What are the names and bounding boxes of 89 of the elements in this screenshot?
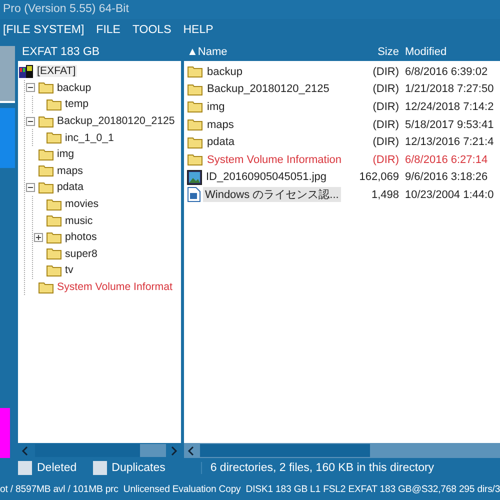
legend-label: Deleted (37, 462, 77, 474)
folder-icon (46, 230, 62, 244)
folder-icon (38, 114, 54, 128)
tree-item[interactable]: Backup_20180120_2125 (56, 115, 176, 128)
horizontal-scrollbar[interactable] (18, 443, 181, 458)
folder-icon (187, 82, 203, 96)
folder-icon (46, 98, 62, 111)
file-modified: 12/24/2018 7:14:2 (404, 100, 495, 115)
file-modified: 9/6/2016 3:18:26 (404, 170, 489, 186)
tree-item[interactable]: movies (64, 198, 100, 210)
folder-icon (187, 118, 203, 132)
expand-icon[interactable] (34, 232, 43, 242)
folder-icon (38, 148, 54, 161)
image-file-icon (187, 170, 202, 185)
document-icon (187, 187, 201, 202)
horizontal-scrollbar[interactable] (184, 443, 500, 458)
collapse-icon[interactable] (26, 116, 35, 126)
folder-icon (46, 264, 62, 277)
tree-item[interactable]: music (64, 214, 94, 227)
file-name[interactable]: System Volume Information (205, 154, 344, 166)
tree-item[interactable]: temp (64, 98, 90, 110)
folder-icon (38, 81, 54, 94)
tree-item[interactable]: img (56, 148, 76, 160)
tree-item[interactable]: [EXFAT] (36, 65, 77, 78)
folder-icon (46, 214, 62, 228)
legend-swatch (92, 461, 107, 475)
file-name[interactable]: Windows のライセンス認... (203, 187, 341, 202)
tree-item[interactable]: pdata (56, 181, 85, 194)
menu-item[interactable]: [FILE SYSTEM] (3, 24, 84, 36)
chevron-right-icon[interactable] (170, 446, 178, 456)
file-size: (DIR) (372, 152, 400, 168)
folder-icon (187, 153, 203, 166)
file-size: (DIR) (372, 100, 400, 115)
drive-icon (18, 64, 34, 79)
legend-label: Duplicates (112, 462, 166, 474)
tree-item[interactable]: tv (64, 264, 74, 276)
folder-icon (187, 100, 203, 114)
collapse-icon[interactable] (26, 83, 35, 92)
legend-swatch (18, 461, 32, 475)
side-panel (0, 108, 15, 168)
file-name[interactable]: img (205, 100, 227, 113)
status-bar-text: Unlicensed Evaluation Copy (123, 484, 241, 494)
side-marker (0, 408, 10, 458)
file-name[interactable]: Backup_20180120_2125 (205, 83, 332, 96)
pane-header: EXFAT 183 GB (18, 44, 181, 61)
status-bar-text: ot / 8597MB avl / 101MB prc (0, 484, 118, 494)
folder-icon (38, 164, 54, 178)
tree-item[interactable]: maps (56, 164, 84, 177)
status-bar-text: DISK1 183 GB L1 FSL2 EXFAT 183 GB@S32,768 295 dirs/3 (246, 484, 500, 494)
folder-icon (46, 131, 62, 144)
menu-item[interactable]: FILE (96, 24, 120, 36)
file-modified: 5/18/2017 9:53:41 (404, 118, 495, 133)
tree-item[interactable]: System Volume Informat (56, 281, 174, 294)
tree-item[interactable]: inc_1_0_1 (64, 132, 115, 144)
chevron-left-icon[interactable] (21, 446, 29, 456)
menu-item[interactable]: TOOLS (132, 24, 172, 36)
file-size: (DIR) (372, 135, 400, 150)
file-modified: 10/23/2004 1:44:0 (404, 188, 495, 203)
file-modified: 6/8/2016 6:39:02 (404, 64, 489, 80)
file-modified: 12/13/2016 7:21:4 (404, 135, 495, 150)
file-name[interactable]: backup (205, 66, 244, 78)
file-size: 1,498 (370, 188, 400, 203)
folder-icon (187, 136, 203, 149)
chevron-left-icon[interactable] (187, 446, 195, 456)
menu-item[interactable]: HELP (183, 24, 214, 36)
folder-icon (187, 65, 203, 78)
column-header[interactable]: Modified (402, 44, 500, 61)
file-name[interactable]: maps (205, 118, 236, 131)
status-text: 6 directories, 2 files, 160 KB in this directory (201, 462, 434, 474)
file-name[interactable]: ID_20160905045051.jpg (204, 171, 329, 184)
file-size: 162,069 (358, 170, 400, 186)
tree-item[interactable]: photos (64, 231, 98, 244)
file-name[interactable]: pdata (205, 136, 237, 148)
file-modified: 1/21/2018 7:27:50 (404, 82, 495, 98)
file-modified: 6/8/2016 6:27:14 (404, 152, 489, 168)
file-size: (DIR) (372, 82, 400, 98)
folder-icon (46, 198, 62, 211)
column-header[interactable]: ▲Name (184, 44, 356, 61)
column-header[interactable]: Size (356, 44, 402, 61)
window-title: Pro (Version 5.55) 64-Bit (0, 0, 500, 19)
folder-icon (46, 247, 62, 260)
folder-icon (38, 180, 54, 194)
tree-item[interactable]: backup (56, 82, 92, 94)
folder-icon (38, 280, 54, 294)
collapse-icon[interactable] (26, 182, 35, 192)
tree-item[interactable]: super8 (64, 248, 98, 260)
file-size: (DIR) (372, 118, 400, 133)
side-panel (0, 46, 15, 103)
file-size: (DIR) (372, 64, 400, 80)
